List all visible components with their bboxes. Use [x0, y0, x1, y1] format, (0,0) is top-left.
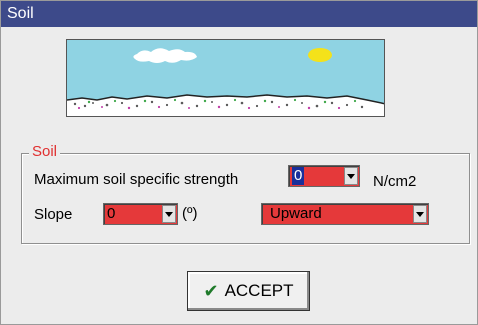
- direction-combo[interactable]: Upward: [261, 203, 429, 225]
- max-strength-label: Maximum soil specific strength: [34, 171, 239, 188]
- max-strength-dropdown-arrow[interactable]: [344, 167, 358, 185]
- window-title: Soil: [1, 1, 477, 27]
- direction-dropdown-arrow[interactable]: [413, 205, 427, 223]
- max-strength-value: 0: [292, 167, 305, 185]
- soil-dialog: Soil Soil Maximum soil specific strength…: [0, 0, 478, 325]
- soil-groupbox: [21, 153, 470, 244]
- chevron-down-icon: [165, 211, 173, 217]
- max-strength-unit: N/cm2: [373, 173, 417, 190]
- landscape-illustration: [67, 40, 384, 116]
- slope-dropdown-arrow[interactable]: [162, 205, 176, 223]
- slope-value: 0: [107, 205, 116, 222]
- accept-label: ACCEPT: [224, 281, 294, 300]
- chevron-down-icon: [347, 173, 355, 179]
- slope-unit: (º): [182, 205, 198, 222]
- check-icon: ✔: [203, 281, 219, 301]
- chevron-down-icon: [416, 211, 424, 217]
- slope-combo[interactable]: 0: [103, 203, 178, 225]
- soil-group-legend: Soil: [29, 143, 61, 161]
- accept-button[interactable]: ✔ ACCEPT: [187, 271, 310, 311]
- soil-illustration: [66, 39, 385, 117]
- max-strength-combo[interactable]: 0: [288, 165, 360, 187]
- direction-value: Upward: [270, 205, 322, 222]
- slope-label: Slope: [34, 206, 73, 223]
